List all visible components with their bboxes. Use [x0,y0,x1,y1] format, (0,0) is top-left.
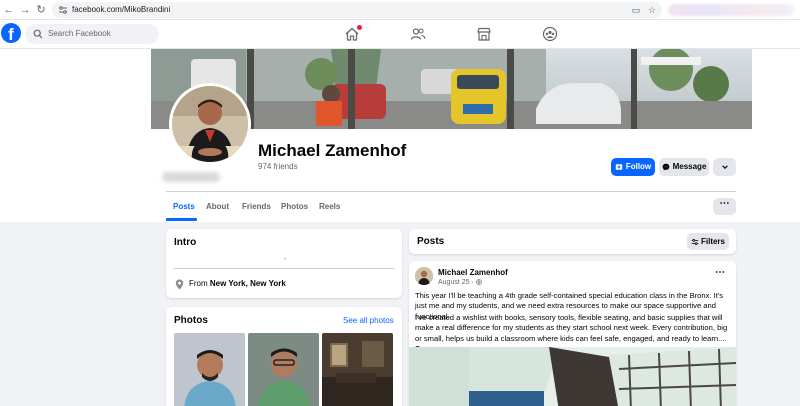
see-all-photos-link[interactable]: See all photos [343,316,394,326]
post-meta: August 25 · [438,278,482,287]
post-date[interactable]: August 25 [438,279,470,286]
header-divider [166,191,736,192]
active-tab-indicator [166,218,197,221]
tab-posts[interactable]: Posts [173,200,195,214]
intro-title: Intro [174,237,197,248]
profile-header: Michael Zamenhof 974 friends Follow Mess… [0,49,800,222]
photo-thumbnail[interactable] [248,333,319,406]
intro-divider [174,268,394,269]
back-icon[interactable]: ← [2,3,16,17]
photos-title: Photos [174,315,208,326]
location-pin-icon [175,279,184,290]
groups-nav-button[interactable] [542,26,558,42]
message-label: Message [672,162,707,171]
marketplace-nav-button[interactable] [476,26,492,42]
posts-title: Posts [417,236,445,247]
posts-header-card: Posts Filters [409,229,736,254]
extensions-area [668,4,794,16]
post-card: Michael Zamenhof August 25 · ⋯ This year… [409,261,736,406]
tab-about[interactable]: About [206,200,229,214]
facebook-navbar: f Search Facebook [0,20,800,49]
more-profile-options-button[interactable] [713,158,736,176]
photo-thumbnail[interactable] [322,333,393,406]
filters-button[interactable]: Filters [687,233,729,250]
blurred-friend-avatars [162,172,220,182]
search-input[interactable]: Search Facebook [48,28,111,40]
facebook-logo[interactable]: f [1,23,21,43]
url-text[interactable]: facebook.com/MikoBrandini [72,4,170,16]
classroom-photo [409,347,736,406]
avatar-image [172,86,248,162]
cast-icon[interactable]: ▭ [630,4,642,16]
photos-card: Photos See all photos [166,307,402,406]
follow-label: Follow [625,162,652,171]
photo-thumbnail[interactable] [174,333,245,406]
more-tabs-button[interactable]: ⋯ [713,198,736,215]
home-nav-button[interactable] [344,25,362,42]
from-location: From New York, New York [189,279,286,289]
browser-toolbar: ← → ↻ facebook.com/MikoBrandini ▭ ☆ [0,0,800,20]
chevron-down-icon [721,165,728,169]
post-options-button[interactable]: ⋯ [715,268,725,278]
marketplace-icon [477,27,491,41]
search-box[interactable]: Search Facebook [25,24,159,44]
from-location-link[interactable]: New York, New York [210,279,286,288]
avatar-image [415,267,433,285]
groups-icon [542,26,558,42]
friends-icon [410,28,426,40]
filters-label: Filters [700,237,725,246]
friends-nav-button[interactable] [410,26,426,42]
bookmark-star-icon[interactable]: ☆ [646,4,658,16]
notification-dot [357,25,362,30]
intro-card: Intro - From New York, New York [166,229,402,298]
search-icon [33,29,43,39]
post-author-name[interactable]: Michael Zamenhof [438,268,508,278]
tab-reels[interactable]: Reels [319,200,340,214]
message-button[interactable]: Message [659,158,709,176]
public-audience-icon [475,278,482,285]
tab-friends[interactable]: Friends [242,200,271,214]
from-prefix: From [189,279,208,288]
reload-icon[interactable]: ↻ [34,3,48,17]
intro-bio-placeholder: - [284,256,287,263]
profile-picture[interactable] [169,83,251,165]
photo-image [174,333,245,406]
follow-icon [615,164,623,170]
profile-name: Michael Zamenhof [258,141,407,160]
post-image[interactable] [409,347,736,406]
address-bar[interactable]: facebook.com/MikoBrandini ▭ ☆ [52,2,662,18]
photo-image [248,333,319,406]
messenger-icon [662,163,669,171]
photo-image [322,333,393,406]
tab-photos[interactable]: Photos [281,200,308,214]
forward-icon[interactable]: → [18,3,32,17]
friends-count[interactable]: 974 friends [258,162,298,172]
post-author-avatar[interactable] [415,267,433,285]
post-paragraph-2-text: I've created a wishlist with books, sens… [415,313,728,343]
filters-icon [691,238,699,245]
site-settings-icon[interactable] [58,5,68,15]
follow-button[interactable]: Follow [611,158,655,176]
